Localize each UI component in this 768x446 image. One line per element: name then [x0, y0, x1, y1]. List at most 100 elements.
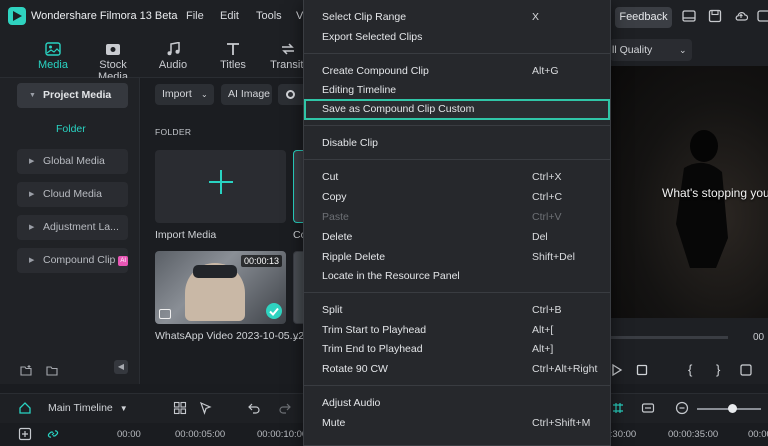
menu-item-paste[interactable]: Paste Ctrl+V: [304, 207, 610, 227]
clip-context-menu: Select Clip Range X Export Selected Clips C…: [303, 0, 611, 446]
ruler-mark: 00:00:05:00: [175, 429, 226, 440]
menu-item-trim-start-to-playhead[interactable]: Trim Start to Playhead Alt+[: [304, 320, 610, 340]
zoom-out-icon[interactable]: [675, 401, 689, 415]
menu-file[interactable]: File: [186, 10, 204, 22]
menu-item-label: Select Clip Range: [322, 11, 407, 23]
sidebar-item-cloud-media[interactable]: ▶ Cloud Media: [17, 182, 128, 207]
asset-tabs: Media Stock Media Audio Titles Transiti: [0, 34, 310, 83]
feedback-button[interactable]: Feedback: [615, 7, 672, 28]
menu-item-delete[interactable]: Delete Del: [304, 227, 610, 247]
save-icon[interactable]: [708, 9, 722, 23]
menu-item-shortcut: Shift+Del: [532, 251, 575, 263]
zoom-slider-handle[interactable]: [728, 404, 737, 413]
folder-icon[interactable]: [46, 364, 58, 376]
menu-item-export-selected-clips[interactable]: Export Selected Clips: [304, 27, 610, 47]
video-thumbnail[interactable]: 00:00:13: [155, 251, 286, 324]
sidebar-item-compound-clip[interactable]: ▶ Compound Clip AI: [17, 248, 128, 273]
menu-item-shortcut: Ctrl+C: [532, 191, 563, 203]
menu-item-shortcut: Alt+]: [532, 343, 554, 355]
menu-item-trim-end-to-playhead[interactable]: Trim End to Playhead Alt+]: [304, 339, 610, 359]
snapshot-icon[interactable]: [740, 363, 752, 377]
menu-item-rotate-90-cw[interactable]: Rotate 90 CW Ctrl+Alt+Right: [304, 359, 610, 379]
collapse-sidebar-icon[interactable]: ◀: [114, 360, 128, 374]
menu-tools[interactable]: Tools: [256, 10, 282, 22]
menu-item-cut[interactable]: Cut Ctrl+X: [304, 167, 610, 187]
undo-icon[interactable]: [247, 401, 261, 415]
timeline-name[interactable]: Main Timeline ▼: [48, 402, 128, 414]
menu-item-label: Trim End to Playhead: [322, 343, 423, 355]
menu-item-locate-in-the-resource-panel[interactable]: Locate in the Resource Panel: [304, 266, 610, 286]
mark-out-icon[interactable]: }: [716, 363, 728, 377]
sidebar-item-project-media[interactable]: ▼ Project Media: [17, 83, 128, 108]
menu-item-shortcut: X: [532, 11, 540, 23]
thumbnail-vr-headset: [193, 265, 237, 278]
preview-canvas[interactable]: What's stopping you: [610, 66, 768, 318]
folder-heading: FOLDER: [155, 127, 192, 137]
home-icon[interactable]: [18, 401, 32, 415]
sidebar-item-adjustment-layer[interactable]: ▶ Adjustment La...: [17, 215, 128, 240]
menu-item-shortcut: Ctrl+X: [532, 171, 562, 183]
caret-right-icon: ▶: [29, 191, 35, 198]
text-t-icon: [227, 43, 239, 55]
ai-cut-icon[interactable]: [611, 401, 625, 415]
film-icon: [159, 309, 171, 319]
menu-separator: [304, 385, 610, 386]
link-icon[interactable]: [46, 427, 60, 441]
menu-edit[interactable]: Edit: [220, 10, 239, 22]
playback-controls: { }: [610, 358, 768, 384]
new-folder-icon[interactable]: [20, 364, 32, 376]
menu-item-adjust-audio[interactable]: Adjust Audio: [304, 393, 610, 413]
record-button[interactable]: [278, 84, 303, 105]
caret-down-icon: ▼: [119, 404, 128, 413]
ruler-mark: 00:00:35:00: [668, 429, 719, 440]
ai-image-button[interactable]: AI Image: [221, 84, 272, 105]
menu-item-split[interactable]: Split Ctrl+B: [304, 300, 610, 320]
tab-stock-media[interactable]: Stock Media: [84, 34, 142, 83]
cloud-upload-icon[interactable]: [734, 9, 748, 23]
ruler-mark: 00:00:10:00: [257, 429, 308, 440]
menu-item-label: Disable Clip: [322, 137, 379, 149]
mark-in-icon[interactable]: {: [688, 363, 700, 377]
menu-item-shortcut: Del: [532, 231, 548, 243]
menu-item-shortcut: Alt+G: [532, 65, 559, 77]
menu-item-shortcut: Alt+[: [532, 324, 554, 336]
grid-layout-icon[interactable]: [173, 401, 187, 415]
import-media-tile[interactable]: [155, 150, 286, 223]
add-track-icon[interactable]: [18, 427, 32, 441]
menu-item-select-clip-range[interactable]: Select Clip Range X: [304, 7, 610, 27]
sidebar-folder[interactable]: Folder: [56, 123, 86, 135]
caret-down-icon: ▼: [29, 92, 36, 99]
menu-item-shortcut: Ctrl+V: [532, 211, 562, 223]
sidebar-item-global-media[interactable]: ▶ Global Media: [17, 149, 128, 174]
tab-titles[interactable]: Titles: [212, 34, 254, 78]
menu-item-disable-clip[interactable]: Disable Clip: [304, 133, 610, 153]
layout-icon[interactable]: [682, 9, 696, 23]
import-dropdown[interactable]: Import ⌄: [155, 84, 214, 105]
scrub-track[interactable]: [610, 336, 728, 339]
account-icon[interactable]: [757, 9, 768, 23]
menu-item-copy[interactable]: Copy Ctrl+C: [304, 187, 610, 207]
stop-icon[interactable]: [636, 363, 648, 377]
play-icon[interactable]: [611, 363, 623, 377]
media-icon: [45, 42, 61, 56]
chevron-down-icon: ⌄: [679, 45, 687, 55]
menu-item-save-as-compound-clip-custom[interactable]: Save as Compound Clip Custom: [304, 99, 610, 120]
tab-audio[interactable]: Audio: [152, 34, 194, 78]
fit-timeline-icon[interactable]: [641, 401, 655, 415]
menu-item-editing-timeline[interactable]: Editing Timeline: [304, 80, 610, 100]
playback-quality-dropdown[interactable]: ll Quality ⌄: [610, 39, 692, 61]
caret-right-icon: ▶: [29, 158, 35, 165]
redo-icon[interactable]: [278, 401, 292, 415]
selection-cursor-icon[interactable]: [199, 401, 213, 415]
check-icon: [266, 303, 282, 319]
menu-item-create-compound-clip[interactable]: Create Compound Clip Alt+G: [304, 61, 610, 81]
menu-item-label: Editing Timeline: [322, 84, 397, 96]
menu-item-mute[interactable]: Mute Ctrl+Shift+M: [304, 413, 610, 433]
menu-item-label: Cut: [322, 171, 339, 183]
menu-item-ripple-delete[interactable]: Ripple Delete Shift+Del: [304, 247, 610, 267]
import-media-label: Import Media: [155, 229, 217, 241]
preview-time: 00: [753, 332, 765, 343]
menu-separator: [304, 159, 610, 160]
tab-media[interactable]: Media: [30, 34, 76, 78]
media-sidebar: ▼ Project Media Folder ▶ Global Media ▶ …: [0, 78, 140, 384]
